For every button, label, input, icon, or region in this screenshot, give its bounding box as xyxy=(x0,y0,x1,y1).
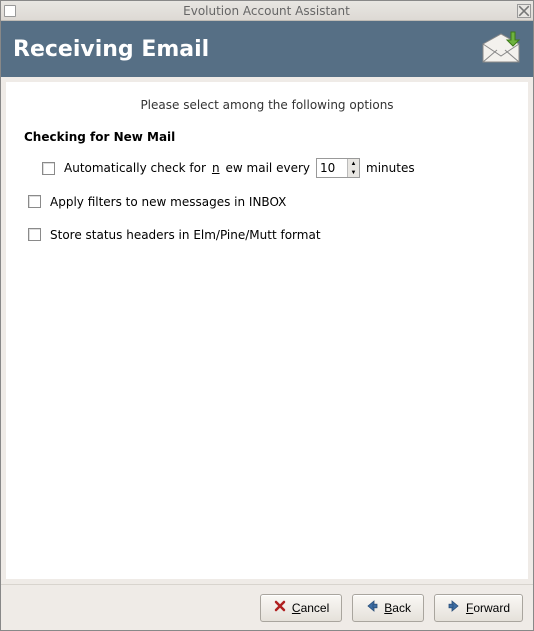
window-title: Evolution Account Assistant xyxy=(16,4,517,18)
cancel-button[interactable]: Cancel xyxy=(260,594,342,622)
arrow-right-icon xyxy=(447,599,461,616)
auto-check-label-prefix: Automatically check for xyxy=(64,161,206,175)
auto-check-row: Automatically check for n ew mail every ▲… xyxy=(38,158,510,178)
cancel-button-label: Cancel xyxy=(292,601,329,615)
close-icon[interactable] xyxy=(517,4,531,18)
store-status-row: Store status headers in Elm/Pine/Mutt fo… xyxy=(24,225,510,244)
spinner-buttons: ▲ ▼ xyxy=(347,159,359,177)
auto-check-checkbox[interactable] xyxy=(42,162,55,175)
assistant-window: Evolution Account Assistant Receiving Em… xyxy=(0,0,534,631)
cancel-icon xyxy=(273,599,287,616)
apply-filters-row: Apply filters to new messages in INBOX xyxy=(24,192,510,211)
content-area: Please select among the following option… xyxy=(6,82,528,579)
titlebar: Evolution Account Assistant xyxy=(1,1,533,21)
button-bar: Cancel Back Forward xyxy=(1,584,533,630)
wizard-header: Receiving Email xyxy=(1,21,533,77)
mail-receive-icon xyxy=(481,30,521,69)
back-button-label: Back xyxy=(384,601,411,615)
section-heading-checking: Checking for New Mail xyxy=(24,130,510,144)
arrow-left-icon xyxy=(365,599,379,616)
page-title: Receiving Email xyxy=(13,37,209,62)
auto-check-label-suffix: minutes xyxy=(366,161,415,175)
auto-check-label-mnemonic: n xyxy=(212,161,220,175)
auto-check-label-mid: ew mail every xyxy=(226,161,310,175)
interval-spinner[interactable]: ▲ ▼ xyxy=(316,158,360,178)
forward-button-label: Forward xyxy=(466,601,510,615)
spinner-up-icon[interactable]: ▲ xyxy=(348,159,359,168)
apply-filters-checkbox[interactable] xyxy=(28,195,41,208)
instruction-text: Please select among the following option… xyxy=(24,98,510,112)
store-status-label: Store status headers in Elm/Pine/Mutt fo… xyxy=(50,228,321,242)
window-menu-icon[interactable] xyxy=(4,5,16,17)
interval-input[interactable] xyxy=(317,159,347,177)
spinner-down-icon[interactable]: ▼ xyxy=(348,168,359,177)
store-status-checkbox[interactable] xyxy=(28,228,41,241)
forward-button[interactable]: Forward xyxy=(434,594,523,622)
back-button[interactable]: Back xyxy=(352,594,424,622)
apply-filters-label: Apply filters to new messages in INBOX xyxy=(50,195,286,209)
